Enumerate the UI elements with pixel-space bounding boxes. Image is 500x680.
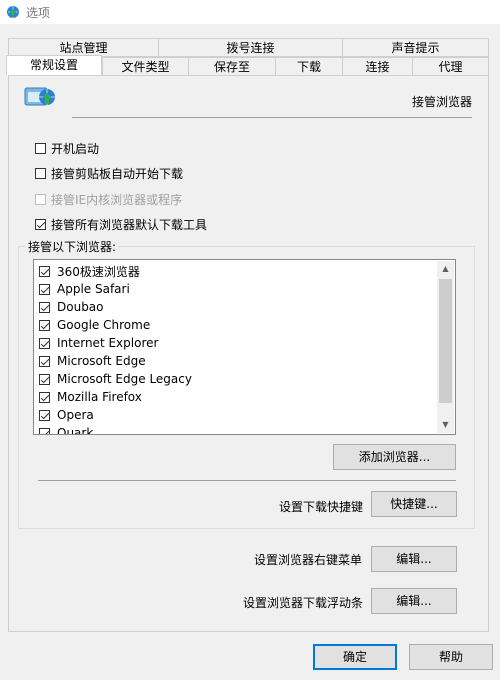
help-button[interactable]: 帮助 (409, 644, 493, 670)
list-item[interactable]: Microsoft Edge (39, 352, 146, 370)
tab-proxy[interactable]: 代理 (412, 57, 489, 76)
app-globe-arrow-icon (7, 6, 19, 18)
list-item[interactable]: Opera (39, 406, 94, 424)
clipboard-label: 接管剪贴板自动开始下载 (51, 167, 184, 181)
list-item[interactable]: Microsoft Edge Legacy (39, 370, 192, 388)
scroll-up-icon[interactable]: ▲ (437, 261, 454, 277)
startup-checkbox[interactable]: 开机启动 (35, 140, 99, 157)
list-item[interactable]: 360极速浏览器 (39, 262, 140, 280)
ok-button[interactable]: 确定 (313, 644, 397, 670)
browsers-group-label: 接管以下浏览器: (26, 238, 119, 255)
checkbox-checked-icon[interactable] (39, 391, 50, 403)
list-item[interactable]: Apple Safari (39, 280, 130, 298)
default-download-tool-label: 接管所有浏览器默认下载工具 (51, 218, 208, 232)
list-scrollbar[interactable]: ▲ ▼ (437, 261, 454, 433)
startup-label: 开机启动 (51, 142, 100, 156)
list-item[interactable]: Doubao (39, 298, 104, 316)
scroll-down-icon[interactable]: ▼ (437, 417, 454, 433)
hotkey-label: 设置下载快捷键 (279, 500, 364, 514)
checkbox-checked-icon[interactable] (39, 427, 50, 434)
checkbox-checked-icon[interactable] (39, 283, 50, 295)
title-bar: 选项 (0, 0, 500, 24)
floating-bar-label: 设置浏览器下载浮动条 (243, 596, 364, 610)
edit-floating-bar-button[interactable]: 编辑... (371, 588, 457, 614)
checkbox-checked-icon[interactable] (39, 373, 50, 385)
tab-download[interactable]: 下载 (275, 57, 343, 76)
section-divider (72, 117, 472, 118)
list-item[interactable]: Google Chrome (39, 316, 150, 334)
tab-file-types[interactable]: 文件类型 (102, 57, 189, 76)
checkbox-checked-icon[interactable] (39, 265, 50, 277)
list-item[interactable]: Quark (39, 424, 93, 434)
window-title: 选项 (26, 5, 51, 20)
scroll-thumb[interactable] (439, 279, 452, 403)
default-download-tool-checkbox[interactable]: 接管所有浏览器默认下载工具 (35, 216, 207, 233)
ie-integration-label: 接管IE内核浏览器或程序 (51, 193, 183, 207)
add-browser-button[interactable]: 添加浏览器... (333, 444, 456, 470)
browser-integration-icon (24, 87, 55, 106)
edit-context-menu-button[interactable]: 编辑... (371, 546, 457, 572)
browser-list[interactable]: 360极速浏览器 Apple Safari Doubao Google Chro… (33, 259, 456, 435)
section-title: 接管浏览器 (411, 95, 472, 109)
group-divider (38, 480, 456, 481)
checkbox-checked-icon[interactable] (39, 355, 50, 367)
tab-connection[interactable]: 连接 (342, 57, 413, 76)
ie-integration-checkbox: 接管IE内核浏览器或程序 (35, 191, 182, 208)
list-item[interactable]: Mozilla Firefox (39, 388, 142, 406)
checkbox-checked-icon[interactable] (39, 319, 50, 331)
tab-general[interactable]: 常规设置 (6, 55, 102, 75)
hotkey-button[interactable]: 快捷键... (371, 491, 457, 517)
checkbox-checked-icon[interactable] (39, 301, 50, 313)
clipboard-checkbox[interactable]: 接管剪贴板自动开始下载 (35, 165, 183, 182)
checkbox-checked-icon[interactable] (35, 219, 46, 230)
checkbox-icon[interactable] (35, 168, 46, 179)
tab-sound[interactable]: 声音提示 (342, 38, 489, 57)
checkbox-checked-icon[interactable] (39, 337, 50, 349)
checkbox-icon (35, 194, 46, 205)
checkbox-icon[interactable] (35, 143, 46, 154)
context-menu-label: 设置浏览器右键菜单 (254, 553, 363, 567)
tab-save-to[interactable]: 保存至 (188, 57, 276, 76)
checkbox-checked-icon[interactable] (39, 409, 50, 421)
list-item[interactable]: Internet Explorer (39, 334, 158, 352)
tab-dialup[interactable]: 拨号连接 (158, 38, 343, 57)
